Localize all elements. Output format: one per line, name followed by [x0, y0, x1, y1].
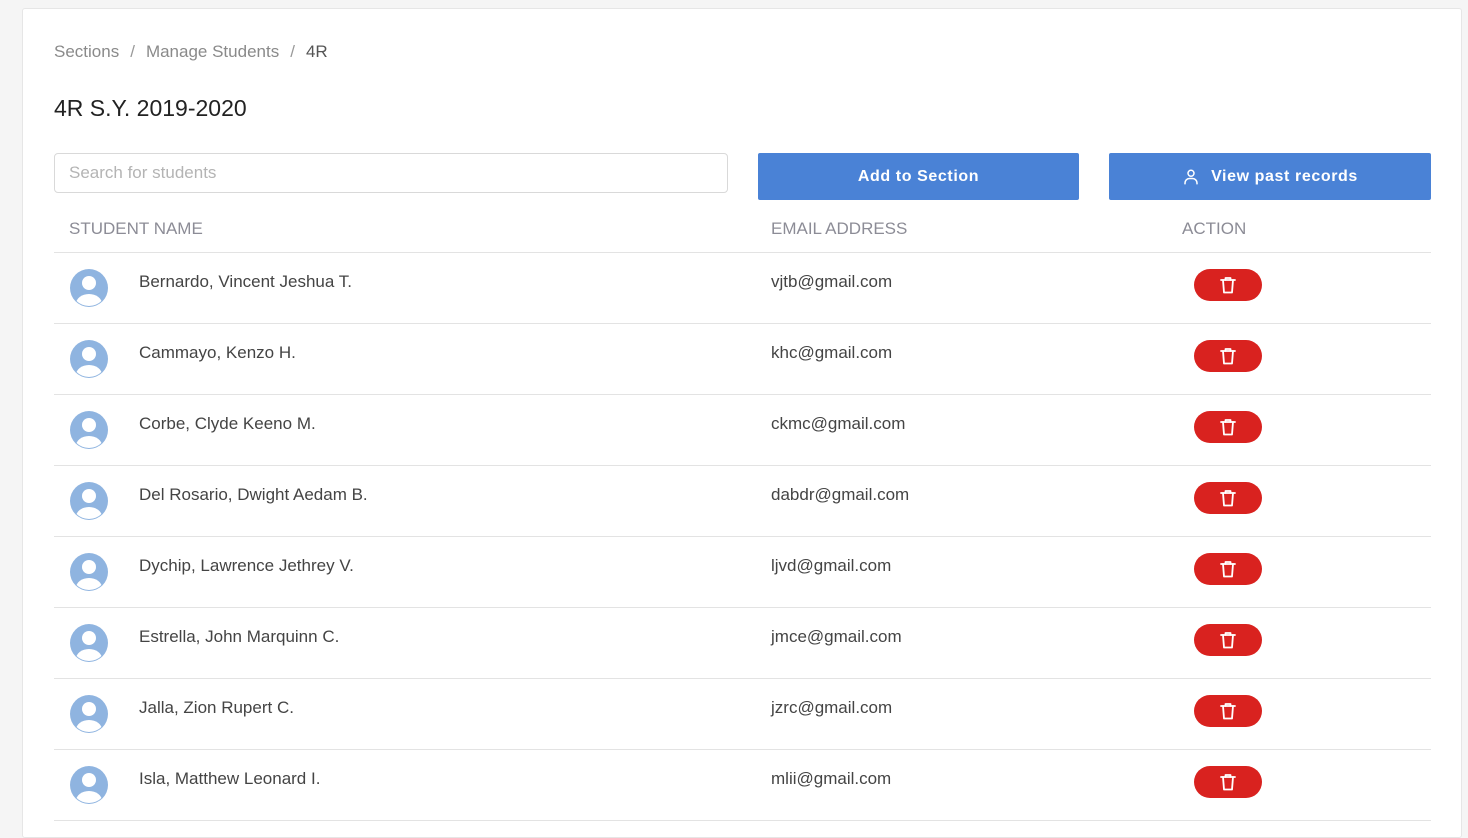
student-name: Jalla, Zion Rupert C.	[139, 698, 294, 717]
trash-icon	[1220, 418, 1236, 436]
table-row: Isla, Matthew Leonard I. mlii@gmail.com	[54, 750, 1431, 821]
table-row: Del Rosario, Dwight Aedam B. dabdr@gmail…	[54, 466, 1431, 537]
column-header-action: ACTION	[1182, 219, 1247, 238]
student-email: vjtb@gmail.com	[771, 272, 893, 291]
table-row: Bernardo, Vincent Jeshua T. vjtb@gmail.c…	[54, 253, 1431, 324]
student-email: ckmc@gmail.com	[771, 414, 906, 433]
delete-student-button[interactable]	[1194, 766, 1262, 798]
student-email: ljvd@gmail.com	[771, 556, 892, 575]
column-header-email: EMAIL ADDRESS	[771, 219, 908, 238]
student-name: Del Rosario, Dwight Aedam B.	[139, 485, 368, 504]
trash-icon	[1220, 773, 1236, 791]
table-row: Cammayo, Kenzo H. khc@gmail.com	[54, 324, 1431, 395]
trash-icon	[1220, 347, 1236, 365]
students-table: STUDENT NAME EMAIL ADDRESS ACTION Bernar…	[54, 208, 1431, 821]
avatar-icon	[69, 623, 109, 663]
search-input[interactable]	[54, 153, 728, 193]
user-icon	[1182, 168, 1200, 186]
student-email: jmce@gmail.com	[771, 627, 902, 646]
table-row: Dychip, Lawrence Jethrey V. ljvd@gmail.c…	[54, 537, 1431, 608]
student-name: Estrella, John Marquinn C.	[139, 627, 340, 646]
trash-icon	[1220, 276, 1236, 294]
student-name: Corbe, Clyde Keeno M.	[139, 414, 316, 433]
student-email: mlii@gmail.com	[771, 769, 892, 788]
student-email: khc@gmail.com	[771, 343, 893, 362]
delete-student-button[interactable]	[1194, 695, 1262, 727]
student-name: Bernardo, Vincent Jeshua T.	[139, 272, 352, 291]
table-row: Estrella, John Marquinn C. jmce@gmail.co…	[54, 608, 1431, 679]
add-to-section-label: Add to Section	[857, 167, 980, 185]
table-body: Bernardo, Vincent Jeshua T. vjtb@gmail.c…	[54, 253, 1431, 821]
trash-icon	[1220, 631, 1236, 649]
avatar-icon	[69, 481, 109, 521]
delete-student-button[interactable]	[1194, 269, 1262, 301]
student-name: Dychip, Lawrence Jethrey V.	[139, 556, 354, 575]
add-to-section-button[interactable]: Add to Section	[758, 153, 1079, 200]
breadcrumb-separator: /	[130, 42, 135, 61]
delete-student-button[interactable]	[1194, 553, 1262, 585]
table-row: Jalla, Zion Rupert C. jzrc@gmail.com	[54, 679, 1431, 750]
view-past-records-button[interactable]: View past records	[1109, 153, 1431, 200]
column-header-student-name: STUDENT NAME	[69, 219, 203, 238]
trash-icon	[1220, 489, 1236, 507]
delete-student-button[interactable]	[1194, 482, 1262, 514]
table-header: STUDENT NAME EMAIL ADDRESS ACTION	[54, 208, 1431, 253]
breadcrumb-separator: /	[290, 42, 295, 61]
breadcrumb: Sections / Manage Students / 4R	[54, 42, 328, 62]
delete-student-button[interactable]	[1194, 624, 1262, 656]
trash-icon	[1220, 702, 1236, 720]
avatar-icon	[69, 410, 109, 450]
table-row: Corbe, Clyde Keeno M. ckmc@gmail.com	[54, 395, 1431, 466]
breadcrumb-current: 4R	[305, 42, 328, 61]
student-name: Isla, Matthew Leonard I.	[139, 769, 321, 788]
avatar-icon	[69, 268, 109, 308]
avatar-icon	[69, 552, 109, 592]
trash-icon	[1220, 560, 1236, 578]
avatar-icon	[69, 694, 109, 734]
delete-student-button[interactable]	[1194, 340, 1262, 372]
avatar-icon	[69, 339, 109, 379]
page-title: 4R S.Y. 2019-2020	[54, 95, 247, 121]
view-past-records-label: View past records	[1211, 167, 1358, 185]
student-email: dabdr@gmail.com	[771, 485, 910, 504]
main-card: Sections / Manage Students / 4R 4R S.Y. …	[22, 8, 1462, 838]
student-email: jzrc@gmail.com	[771, 698, 893, 717]
breadcrumb-sections-link[interactable]: Sections	[54, 42, 119, 62]
delete-student-button[interactable]	[1194, 411, 1262, 443]
avatar-icon	[69, 765, 109, 805]
student-name: Cammayo, Kenzo H.	[139, 343, 296, 362]
breadcrumb-manage-students-link[interactable]: Manage Students	[146, 42, 279, 62]
